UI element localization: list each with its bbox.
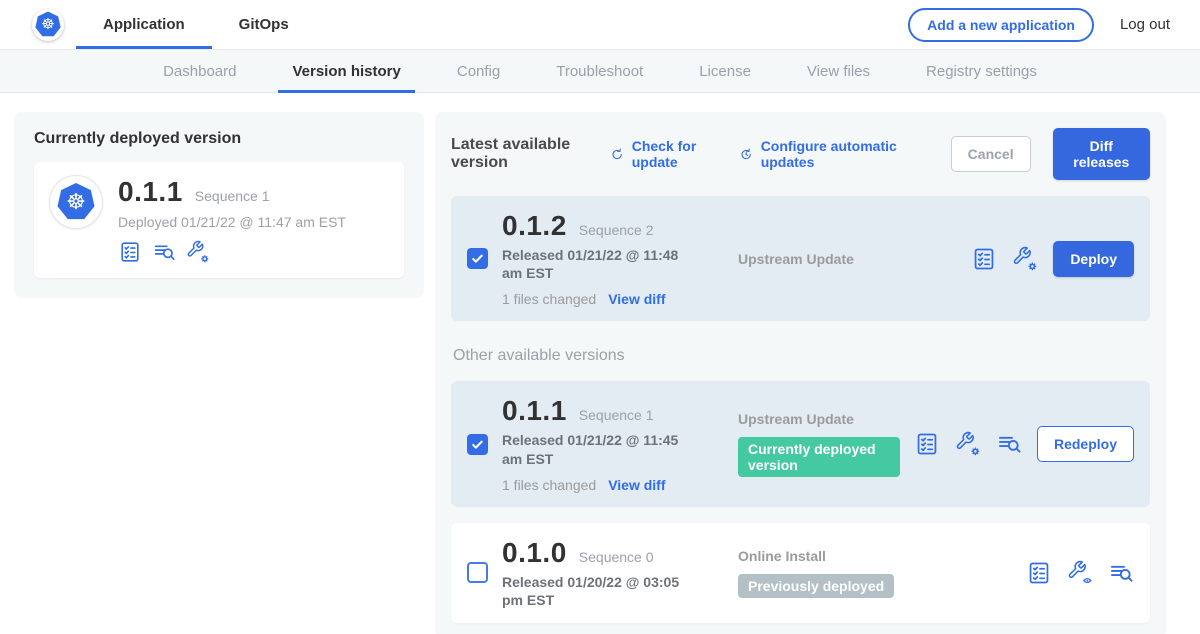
edit-config-icon[interactable] — [186, 240, 210, 264]
release-notes-icon[interactable] — [118, 240, 142, 264]
kubernetes-icon: ☸ — [35, 12, 61, 38]
version-checkbox[interactable] — [467, 248, 488, 269]
deployed-timestamp: Deployed 01/21/22 @ 11:47 am EST — [118, 214, 346, 230]
tab-application-label: Application — [103, 16, 185, 33]
currently-deployed-title: Currently deployed version — [34, 130, 404, 148]
previously-deployed-badge: Previously deployed — [738, 574, 894, 598]
kubernetes-icon: ☸ — [57, 183, 95, 221]
view-logs-icon[interactable] — [1108, 560, 1134, 586]
tab-gitops-label: GitOps — [239, 16, 289, 33]
cancel-button[interactable]: Cancel — [951, 136, 1031, 172]
currently-deployed-panel: Currently deployed version ☸ 0.1.1 Seque… — [14, 112, 424, 298]
version-row-0-1-2: 0.1.2 Sequence 2 Released 01/21/22 @ 11:… — [451, 196, 1150, 321]
subnav-view-files[interactable]: View files — [779, 50, 898, 92]
other-versions-label: Other available versions — [453, 347, 1150, 365]
available-versions-header: Latest available version Check for updat… — [451, 128, 1150, 180]
currently-deployed-badge: Currently deployed version — [738, 437, 900, 477]
view-logs-icon[interactable] — [996, 431, 1022, 457]
deployed-version-card: ☸ 0.1.1 Sequence 1 Deployed 01/21/22 @ 1… — [34, 162, 404, 278]
diff-releases-button[interactable]: Diff releases — [1053, 128, 1150, 180]
version-sequence: Sequence 1 — [579, 407, 654, 423]
tab-application[interactable]: Application — [76, 0, 212, 49]
subnav-registry-settings[interactable]: Registry settings — [898, 50, 1065, 92]
view-diff-link[interactable]: View diff — [608, 477, 665, 493]
version-sequence: Sequence 0 — [579, 549, 654, 565]
auto-update-clock-icon — [739, 145, 753, 164]
subnav-dashboard[interactable]: Dashboard — [135, 50, 264, 92]
deployed-version-number: 0.1.1 — [118, 176, 183, 208]
version-number: 0.1.2 — [502, 210, 567, 242]
available-versions-panel: Latest available version Check for updat… — [435, 112, 1166, 634]
release-notes-icon[interactable] — [971, 246, 997, 272]
view-logs-icon[interactable] — [152, 240, 176, 264]
version-checkbox[interactable] — [467, 562, 488, 583]
files-changed: 1 files changed — [502, 477, 596, 493]
primary-tabs: Application GitOps — [76, 0, 316, 49]
subnav-license[interactable]: License — [671, 50, 779, 92]
navbar-right: Add a new application Log out — [908, 8, 1170, 42]
deployed-sequence: Sequence 1 — [195, 188, 270, 204]
edit-config-icon[interactable] — [955, 431, 981, 457]
files-changed: 1 files changed — [502, 291, 596, 307]
subnav-config[interactable]: Config — [429, 50, 528, 92]
checkmark-icon — [469, 436, 486, 453]
configure-automatic-updates-link[interactable]: Configure automatic updates — [739, 138, 906, 170]
version-source: Online Install — [738, 548, 1012, 564]
add-application-button[interactable]: Add a new application — [908, 8, 1094, 42]
tab-gitops[interactable]: GitOps — [212, 0, 316, 49]
check-for-update-link[interactable]: Check for update — [610, 138, 717, 170]
version-row-0-1-1: 0.1.1 Sequence 1 Released 01/21/22 @ 11:… — [451, 381, 1150, 506]
main-content: Currently deployed version ☸ 0.1.1 Seque… — [0, 93, 1200, 634]
redeploy-button[interactable]: Redeploy — [1037, 426, 1134, 462]
released-timestamp: Released 01/20/22 @ 03:05 pm EST — [502, 573, 698, 609]
checkmark-icon — [469, 250, 486, 267]
view-diff-link[interactable]: View diff — [608, 291, 665, 307]
app-subnav: Dashboard Version history Config Trouble… — [0, 50, 1200, 93]
top-navbar: ☸ Application GitOps Add a new applicati… — [0, 0, 1200, 50]
view-config-icon[interactable] — [1067, 560, 1093, 586]
logout-link[interactable]: Log out — [1120, 16, 1170, 33]
app-icon-badge: ☸ — [50, 176, 102, 228]
deploy-button[interactable]: Deploy — [1053, 241, 1134, 277]
release-notes-icon[interactable] — [1026, 560, 1052, 586]
kubernetes-logo: ☸ — [32, 9, 64, 41]
release-notes-icon[interactable] — [914, 431, 940, 457]
version-checkbox[interactable] — [467, 434, 488, 455]
version-source: Upstream Update — [738, 411, 900, 427]
version-number: 0.1.0 — [502, 537, 567, 569]
version-number: 0.1.1 — [502, 395, 567, 427]
subnav-troubleshoot[interactable]: Troubleshoot — [528, 50, 671, 92]
version-sequence: Sequence 2 — [579, 222, 654, 238]
refresh-icon — [610, 145, 624, 164]
version-row-0-1-0: 0.1.0 Sequence 0 Released 01/20/22 @ 03:… — [451, 523, 1150, 623]
edit-config-icon[interactable] — [1012, 246, 1038, 272]
subnav-version-history[interactable]: Version history — [264, 50, 428, 92]
released-timestamp: Released 01/21/22 @ 11:48 am EST — [502, 246, 698, 282]
latest-available-title: Latest available version — [451, 136, 588, 172]
version-source: Upstream Update — [738, 251, 957, 267]
released-timestamp: Released 01/21/22 @ 11:45 am EST — [502, 431, 698, 467]
